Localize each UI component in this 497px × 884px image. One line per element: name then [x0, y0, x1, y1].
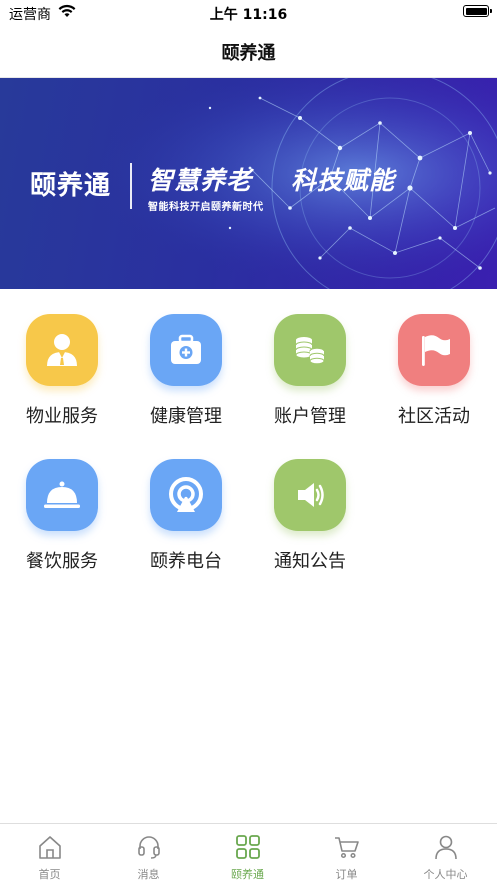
service-label: 社区活动 [398, 406, 470, 427]
tab-label: 订单 [335, 868, 358, 881]
banner-subtitle: 智能科技开启颐养新时代 [148, 202, 264, 213]
page-title: 颐养通 [221, 43, 276, 64]
tab-home[interactable]: 首页 [0, 824, 99, 884]
service-account[interactable]: 账户管理 [248, 290, 372, 427]
service-property[interactable]: 物业服务 [0, 290, 124, 427]
banner-brand: 颐养通 [30, 171, 112, 201]
navigation-bar: 颐养通 [0, 26, 497, 78]
food-cloche-icon [26, 459, 98, 531]
coins-icon [274, 314, 346, 386]
banner-slogan-1: 智慧养老 [148, 166, 253, 195]
radio-icon [150, 459, 222, 531]
tab-orders[interactable]: 订单 [297, 824, 396, 884]
tab-messages[interactable]: 消息 [99, 824, 198, 884]
status-time: 上午 11:16 [209, 7, 288, 23]
service-label: 颐养电台 [150, 551, 222, 572]
tab-bar: 首页 消息 颐养通 订单 个人中心 [0, 823, 497, 883]
promo-banner[interactable]: 颐养通 智慧养老 科技赋能 智能科技开启颐养新时代 [0, 78, 497, 289]
flag-icon [398, 314, 470, 386]
service-label: 账户管理 [274, 406, 346, 427]
tab-yiyangtong[interactable]: 颐养通 [198, 824, 297, 884]
grid-icon [236, 835, 260, 859]
headset-icon [138, 836, 160, 859]
tab-profile[interactable]: 个人中心 [396, 824, 495, 884]
speaker-icon [274, 459, 346, 531]
banner-divider [130, 163, 132, 209]
banner-slogan-2: 科技赋能 [291, 166, 396, 195]
tab-label: 个人中心 [423, 868, 468, 881]
service-community[interactable]: 社区活动 [372, 290, 496, 427]
tab-label: 首页 [38, 868, 61, 881]
person-icon [435, 835, 457, 860]
service-label: 健康管理 [150, 406, 222, 427]
service-notice[interactable]: 通知公告 [248, 435, 372, 572]
service-label: 餐饮服务 [26, 551, 98, 572]
battery-icon [463, 5, 492, 17]
cart-icon [335, 837, 359, 859]
home-icon [39, 836, 61, 859]
property-service-icon [26, 314, 98, 386]
service-dining[interactable]: 餐饮服务 [0, 435, 124, 572]
tab-label: 消息 [137, 868, 160, 881]
tab-label: 颐养通 [231, 868, 264, 881]
service-radio[interactable]: 颐养电台 [124, 435, 248, 572]
status-bar: 运营商 上午 11:16 [0, 0, 497, 26]
service-health[interactable]: 健康管理 [124, 290, 248, 427]
service-label: 物业服务 [26, 406, 98, 427]
service-label: 通知公告 [274, 551, 346, 572]
health-kit-icon [150, 314, 222, 386]
